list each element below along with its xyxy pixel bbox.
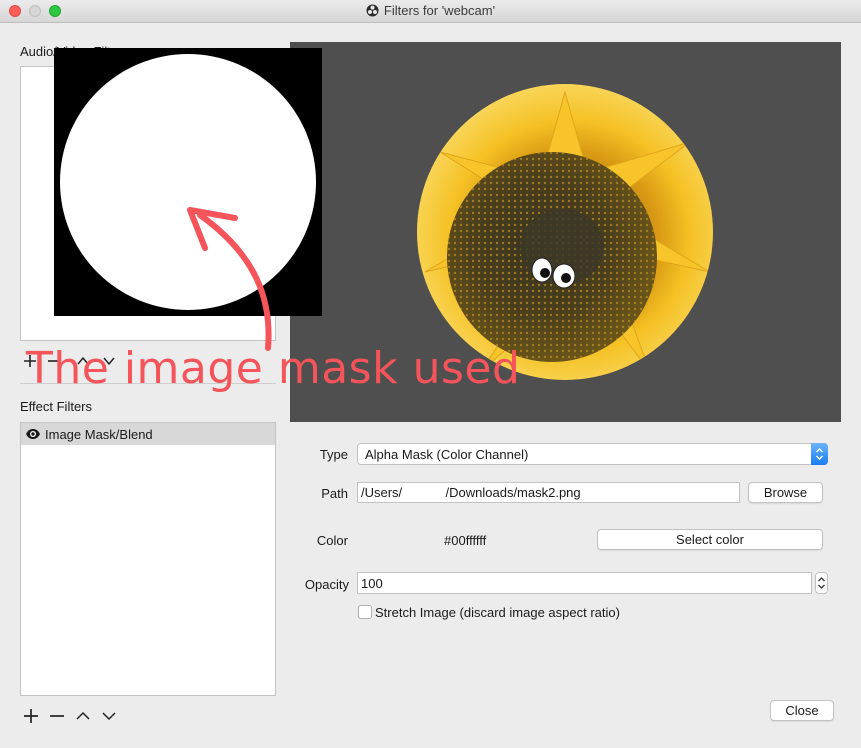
opacity-stepper[interactable] <box>815 572 828 594</box>
select-color-button[interactable]: Select color <box>597 529 823 550</box>
color-value: #00ffffff <box>444 533 487 548</box>
browse-button[interactable]: Browse <box>748 482 823 503</box>
path-label: Path <box>321 486 348 501</box>
type-select-value: Alpha Mask (Color Channel) <box>365 446 529 462</box>
type-select[interactable]: Alpha Mask (Color Channel) <box>357 443 828 465</box>
select-stepper-icon <box>811 443 828 465</box>
close-button[interactable]: Close <box>770 700 834 721</box>
color-label: Color <box>316 533 348 548</box>
opacity-field[interactable]: 100 <box>357 572 812 594</box>
stretch-image-label: Stretch Image (discard image aspect rati… <box>375 605 620 620</box>
opacity-label: Opacity <box>304 577 349 592</box>
type-label: Type <box>319 447 348 462</box>
path-field[interactable]: /Users/ /Downloads/mask2.png <box>357 482 740 503</box>
annotation-text: The image mask used <box>26 343 521 394</box>
stretch-image-checkbox[interactable] <box>358 605 372 619</box>
stepper-arrows-icon <box>818 577 825 589</box>
